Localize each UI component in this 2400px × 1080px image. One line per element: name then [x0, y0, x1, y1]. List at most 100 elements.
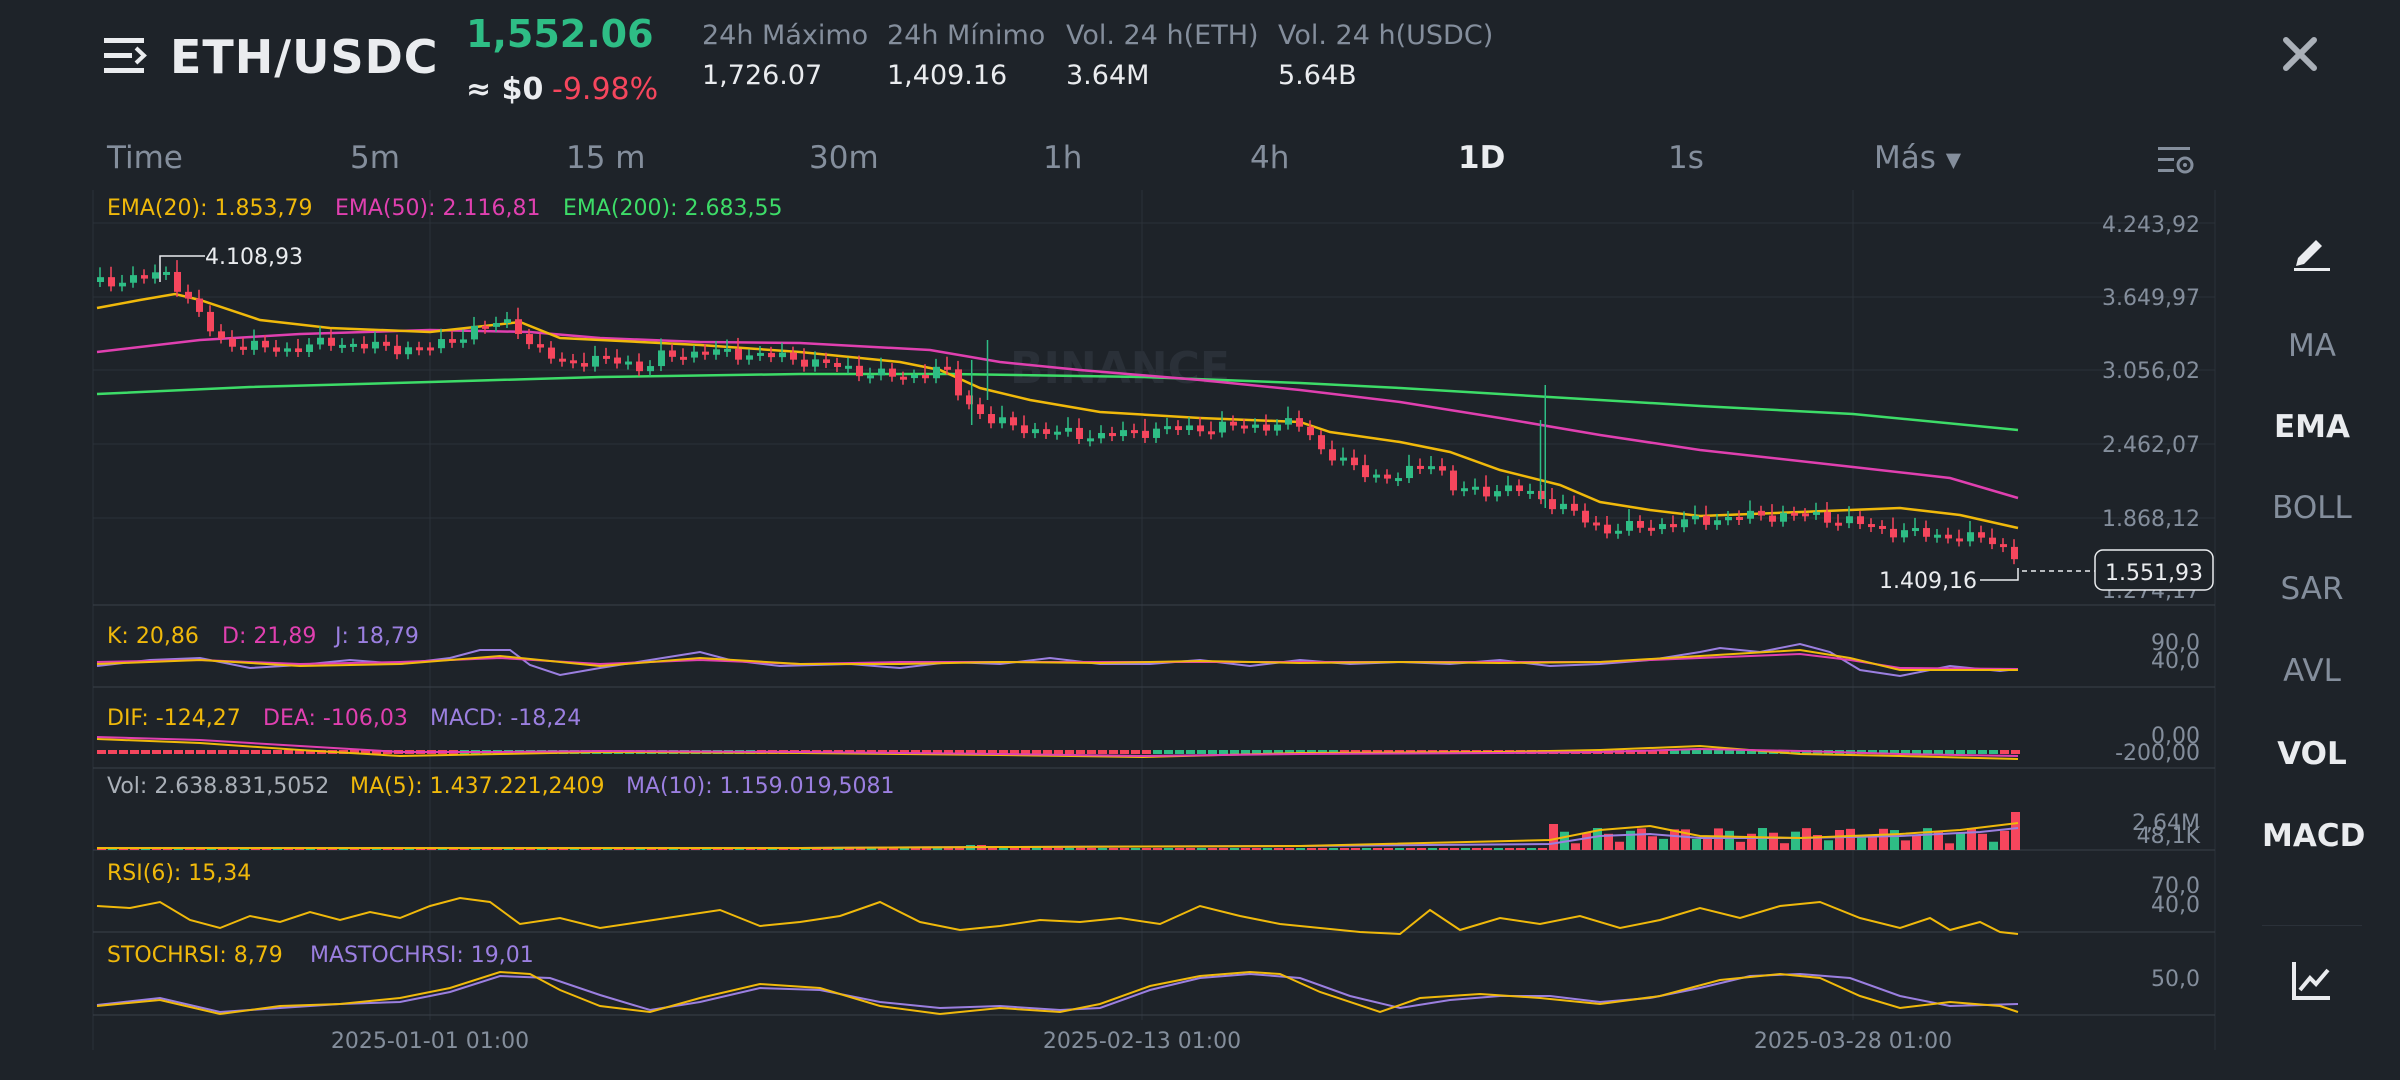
candle	[1362, 465, 1369, 478]
trading-pair[interactable]: ETH/USDC	[170, 30, 439, 84]
volume-bar	[1010, 848, 1019, 850]
tab-1h[interactable]: 1h	[1043, 140, 1082, 176]
volume-bar	[1736, 841, 1745, 850]
last-price: 1,552.06	[466, 12, 654, 56]
side-item-vol[interactable]: VOL	[2262, 736, 2362, 772]
macd-bar	[141, 750, 150, 754]
draw-tool-icon[interactable]	[2290, 228, 2334, 272]
macd-bar	[240, 750, 249, 754]
candle	[317, 337, 324, 345]
rsi-line	[96, 896, 2019, 936]
chart-type-icon[interactable]	[2290, 958, 2334, 1002]
volume-bar	[1186, 848, 1195, 850]
stochrsi-legend: STOCHRSI: 8,79	[107, 943, 283, 968]
price-chart[interactable]: BINANCE 4.243,92 3.649,97 3.056,02 2.462…	[0, 190, 2220, 1080]
candle	[1153, 428, 1160, 438]
macd-dif-legend: DIF: -124,27	[107, 706, 241, 731]
candle	[1054, 431, 1061, 435]
tab-30m[interactable]: 30m	[809, 140, 879, 176]
volume-bar	[955, 848, 964, 850]
candle	[1175, 426, 1182, 431]
stat-vol-eth-label: Vol. 24 h(ETH)	[1066, 20, 1259, 51]
candle	[1274, 424, 1281, 431]
tab-4h[interactable]: 4h	[1250, 140, 1289, 176]
volume-bar	[1263, 848, 1272, 850]
candle	[1901, 530, 1908, 538]
side-item-avl[interactable]: AVL	[2262, 653, 2362, 689]
tab-1s[interactable]: 1s	[1668, 140, 1704, 176]
side-item-ema[interactable]: EMA	[2262, 409, 2362, 445]
candle	[1406, 465, 1413, 479]
price-axis-label: 1.868,12	[2102, 507, 2200, 532]
candle	[834, 362, 841, 367]
candle	[878, 368, 885, 376]
candle	[779, 352, 786, 358]
menu-icon[interactable]	[100, 30, 152, 82]
vol-ma5-legend: MA(5): 1.437.221,2409	[350, 774, 605, 799]
side-item-ma[interactable]: MA	[2262, 328, 2362, 364]
macd-legend: MACD: -18,24	[430, 706, 581, 731]
candle	[669, 350, 676, 357]
candle	[460, 339, 467, 343]
candle	[1483, 486, 1490, 497]
volume-bar	[1208, 848, 1217, 850]
candle	[141, 275, 148, 279]
macd-bar	[1197, 750, 1206, 754]
volume-bar	[1318, 848, 1327, 850]
date-label: 2025-03-28 01:00	[1754, 1029, 1952, 1054]
tab-5m[interactable]: 5m	[350, 140, 400, 176]
candle	[108, 277, 115, 287]
candle	[1197, 425, 1204, 432]
tab-more[interactable]: Más ▼	[1874, 140, 1961, 176]
volume-bar	[1021, 848, 1030, 850]
candle	[1329, 449, 1336, 461]
volume-bar	[1758, 828, 1767, 850]
price-axis-label: 3.649,97	[2102, 286, 2200, 311]
candle	[1593, 522, 1600, 526]
volume-bar	[1362, 848, 1371, 850]
candle	[97, 277, 104, 282]
macd-bar	[1098, 750, 1107, 754]
volume-bar	[1373, 848, 1382, 850]
side-item-sar[interactable]: SAR	[2262, 571, 2362, 607]
volume-bar	[1879, 828, 1888, 850]
candlesticks	[97, 260, 2018, 565]
side-item-boll[interactable]: BOLL	[2262, 490, 2362, 526]
volume-bar	[1659, 838, 1668, 850]
volume-bar	[1395, 848, 1404, 850]
candle	[867, 375, 874, 379]
volume-bar	[1648, 836, 1657, 850]
candle	[251, 340, 258, 350]
chart-settings-icon[interactable]	[2156, 143, 2196, 179]
macd-bar	[196, 750, 205, 754]
tab-1d[interactable]: 1D	[1458, 140, 1505, 176]
tab-time[interactable]: Time	[107, 140, 183, 176]
side-item-macd[interactable]: MACD	[2262, 818, 2365, 854]
candle	[1043, 429, 1050, 434]
candle	[691, 351, 698, 358]
candle	[504, 319, 511, 323]
stat-24h-high-label: 24h Máximo	[702, 20, 869, 51]
macd-bar	[1065, 750, 1074, 754]
price-axis-label: 4.243,92	[2102, 213, 2200, 238]
macd-bar	[1175, 750, 1184, 754]
candle	[427, 347, 434, 351]
candle	[988, 414, 995, 424]
stoch-axis-label: 50,0	[2151, 967, 2200, 992]
macd-bar	[229, 750, 238, 754]
candle	[812, 359, 819, 367]
candle	[1560, 503, 1567, 510]
candle	[1527, 490, 1534, 494]
volume-bar	[1780, 843, 1789, 850]
close-icon[interactable]	[2276, 30, 2324, 78]
candle	[1912, 528, 1919, 532]
candle	[1648, 527, 1655, 531]
macd-bar	[2011, 750, 2020, 754]
ema50-legend: EMA(50): 2.116,81	[335, 196, 540, 221]
tab-15m[interactable]: 15 m	[566, 140, 646, 176]
volume-bar	[1406, 848, 1415, 850]
candle	[328, 337, 335, 346]
candle	[1505, 485, 1512, 492]
candle	[1450, 470, 1457, 491]
candle	[1472, 486, 1479, 490]
